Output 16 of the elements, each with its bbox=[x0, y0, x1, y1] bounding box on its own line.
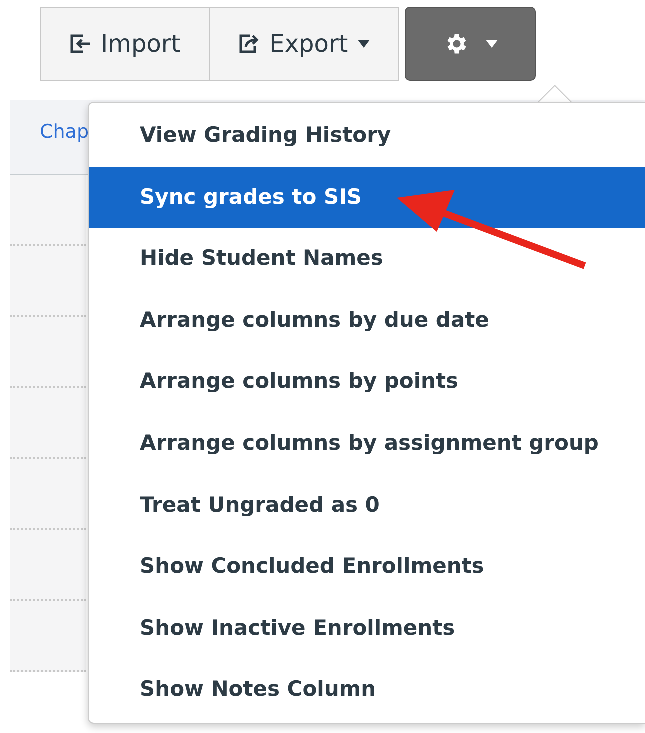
menu-item[interactable]: Treat Ungraded as 0 bbox=[89, 474, 645, 536]
menu-item[interactable]: Show Inactive Enrollments bbox=[89, 598, 645, 660]
export-button[interactable]: Export bbox=[210, 7, 400, 81]
settings-button[interactable] bbox=[405, 7, 536, 81]
menu-item[interactable]: Sync grades to SIS bbox=[89, 166, 645, 228]
menu-item[interactable]: Arrange columns by assignment group bbox=[89, 412, 645, 475]
menu-item[interactable]: Show Notes Column bbox=[89, 659, 645, 721]
menu-item[interactable]: Show Concluded Enrollments bbox=[89, 536, 645, 598]
menu-item[interactable]: Arrange columns by due date bbox=[89, 290, 645, 352]
import-button[interactable]: Import bbox=[40, 7, 210, 81]
menu-item[interactable]: Arrange columns by points bbox=[89, 351, 645, 413]
column-header-link[interactable]: Chap bbox=[40, 121, 90, 143]
export-icon bbox=[238, 33, 260, 55]
menu-item[interactable]: View Grading History bbox=[89, 105, 645, 167]
import-icon bbox=[69, 33, 91, 55]
menu-item[interactable]: Hide Student Names bbox=[89, 228, 645, 290]
